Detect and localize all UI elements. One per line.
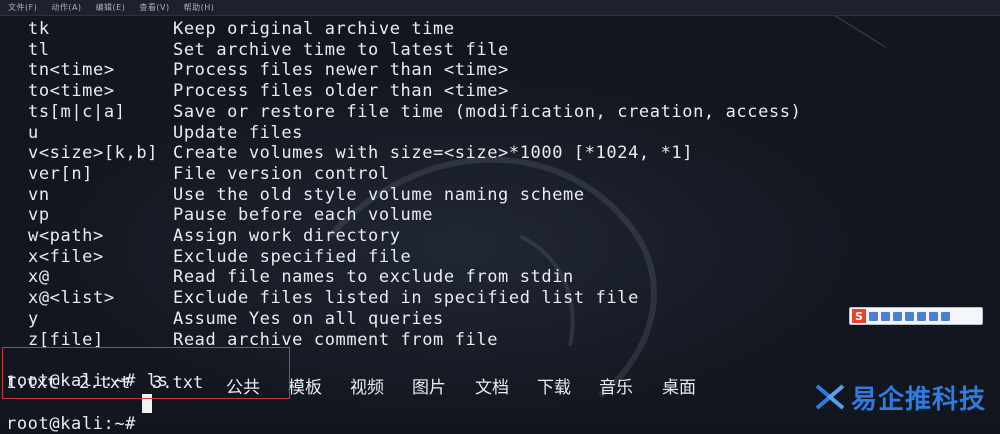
highlight-box [2,347,290,399]
ls-item: 模板 [288,378,322,398]
ls-item: 图片 [412,378,446,398]
option-flag: tk [28,19,50,39]
option-description: Keep original archive time [173,19,455,39]
option-description: Create volumes with size=<size>*1000 [*1… [173,143,694,164]
menu-help[interactable]: 帮助(H) [184,2,215,13]
option-flag: x@ [28,267,50,288]
option-flag: vp [28,205,50,226]
ime-keyboard-icon[interactable] [905,311,914,321]
decorative-line [813,15,887,82]
option-flag: to<time> [28,81,115,102]
sogou-ime-icon[interactable]: S [852,309,866,323]
option-flag: tn<time> [28,60,115,81]
option-description: Process files newer than <time> [173,60,509,81]
option-description: Assume Yes on all queries [173,308,444,329]
ime-skin-icon[interactable] [917,311,926,321]
option-flag: ts[m|c|a] [28,101,126,122]
option-flag: tl [28,39,50,60]
option-description: Pause before each volume [173,205,434,226]
option-flag: u [28,122,39,143]
option-description: Exclude specified file [173,246,412,267]
option-flag: w<path> [28,226,104,246]
ime-voice-icon[interactable] [893,311,902,321]
menubar: 文件(F) 动作(A) 编辑(E) 查看(V) 帮助(H) [0,0,1000,16]
option-description: Set archive time to latest file [173,39,509,60]
ime-toolbox-icon[interactable] [929,311,938,321]
ime-mode-icon[interactable] [869,311,878,321]
ls-item: 视频 [350,378,384,398]
ls-item: 下载 [537,378,571,398]
option-description: Read file names to exclude from stdin [173,267,574,288]
option-flag: y [28,308,39,329]
menu-edit[interactable]: 编辑(E) [96,2,126,13]
option-flag: vn [28,184,50,205]
option-description: File version control [173,163,390,184]
ls-item: 音乐 [599,378,633,398]
ime-punct-icon[interactable] [881,311,890,321]
option-description: Assign work directory [173,226,401,246]
ime-toolbar[interactable]: S [849,307,983,325]
shell-prompt-current: root@kali:~# [6,414,147,434]
option-flag: ver[n] [28,163,94,184]
option-description: Update files [173,122,304,143]
option-description: Process files older than <time> [173,81,509,102]
option-flag: x@<list> [28,288,115,309]
menu-file[interactable]: 文件(F) [8,2,37,13]
watermark-logo-icon [815,384,845,410]
option-flag: v<size>[k,b] [28,143,159,164]
ls-item: 桌面 [662,378,696,398]
ime-settings-icon[interactable] [941,311,950,321]
option-description: Save or restore file time (modification,… [173,101,802,122]
option-description: Exclude files listed in specified list f… [173,288,639,309]
ls-item: 文档 [475,378,509,398]
watermark: 易企推科技 [814,380,987,415]
menu-actions[interactable]: 动作(A) [51,2,81,13]
menu-view[interactable]: 查看(V) [139,2,169,13]
option-flag: x<file> [28,246,104,267]
option-description: Use the old style volume naming scheme [173,184,585,205]
watermark-text: 易企推科技 [851,384,987,415]
